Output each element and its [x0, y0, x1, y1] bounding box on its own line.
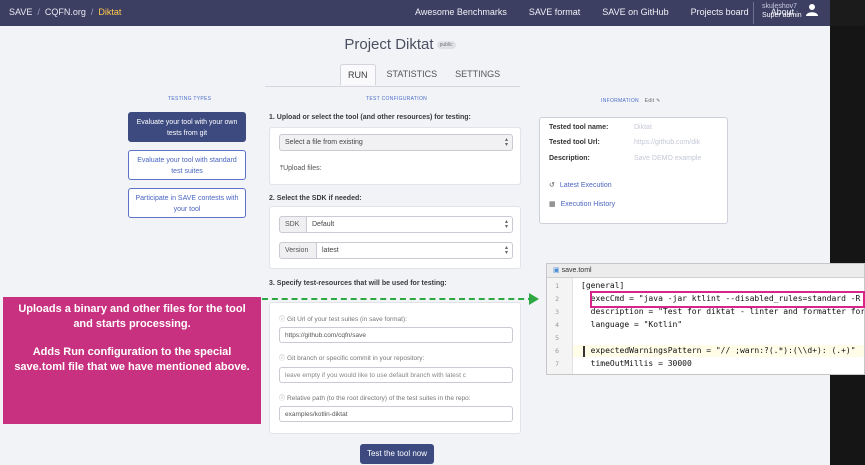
- version-select-value: latest: [322, 247, 339, 254]
- line-number: 6: [555, 347, 559, 355]
- tab-statistics[interactable]: STATISTICS: [380, 64, 445, 85]
- breadcrumb-org[interactable]: CQFN.org: [45, 7, 86, 17]
- callout-text-2: Adds Run configuration to the special sa…: [14, 346, 250, 373]
- exec-cmd-highlight: [590, 291, 865, 308]
- step1-label: 1. Upload or select the tool (and other …: [269, 114, 471, 121]
- breadcrumb-separator: /: [90, 7, 94, 17]
- code-line[interactable]: [general]: [581, 281, 624, 290]
- editor-gutter: 1 2 3 4 5 6 7: [547, 278, 573, 374]
- sdk-select[interactable]: Default ▴ ▾: [306, 216, 513, 233]
- info-icon: ⓘ: [279, 396, 286, 402]
- file-icon: ▣: [553, 267, 560, 274]
- background-strip: [830, 26, 865, 465]
- git-url-input[interactable]: https://github.com/cqfn/save: [279, 327, 513, 343]
- code-line[interactable]: expectedWarningsPattern = "// ;warn:?(.*…: [581, 346, 856, 355]
- calendar-icon: ▦: [549, 201, 556, 208]
- nav-save-format[interactable]: SAVE format: [529, 7, 580, 17]
- line-number: 2: [555, 295, 559, 303]
- info-icon: ⓘ: [279, 317, 286, 323]
- path-label: ⓘ Relative path (to the root directory) o…: [279, 395, 471, 402]
- tab-run[interactable]: RUN: [340, 64, 376, 85]
- line-number: 1: [555, 282, 559, 290]
- tab-settings[interactable]: SETTINGS: [448, 64, 507, 85]
- file-select[interactable]: Select a file from existing ▴ ▾: [279, 134, 513, 151]
- code-line[interactable]: description = "Test for diktat - linter …: [581, 307, 864, 316]
- line-number: 7: [555, 360, 559, 368]
- line-number: 3: [555, 308, 559, 316]
- execution-history-link[interactable]: ▦ Execution History: [549, 200, 615, 208]
- history-icon: ↺: [549, 182, 555, 189]
- line-number: 5: [555, 334, 559, 342]
- sdk-prepend: SDK: [279, 216, 307, 233]
- sdk-select-value: Default: [312, 221, 335, 228]
- text-caret: [583, 346, 585, 357]
- test-config-heading: TEST CONFIGURATION: [366, 96, 428, 102]
- info-row-description: Description: Save DEMO example: [549, 155, 702, 162]
- testing-type-contests[interactable]: Participate in SAVE contests with your t…: [128, 188, 246, 218]
- test-resources-card: ⓘ Git Url of your test suites (in save fo…: [269, 302, 521, 434]
- upload-files[interactable]: ⤒Upload files:: [280, 165, 322, 173]
- testing-types-heading: TESTING TYPES: [168, 96, 212, 102]
- select-arrows-icon: ▴ ▾: [504, 219, 508, 230]
- latest-execution-link[interactable]: ↺ Latest Execution: [549, 181, 612, 189]
- breadcrumb-separator: /: [37, 7, 40, 17]
- testing-type-own-tests[interactable]: Evaluate your tool with your own tests f…: [128, 112, 246, 142]
- branch-label: ⓘ Git branch or specific commit in your r…: [279, 355, 425, 362]
- user-name: skuleshov7: [762, 3, 798, 10]
- upload-label: Upload files:: [283, 165, 322, 172]
- line-number: 4: [555, 321, 559, 329]
- git-url-label: ⓘ Git Url of your test suites (in save fo…: [279, 316, 407, 323]
- breadcrumb-save[interactable]: SAVE: [9, 7, 32, 17]
- path-input[interactable]: examples/kotlin-diktat: [279, 406, 513, 422]
- project-title: Project Diktat: [344, 36, 434, 53]
- testing-type-standard-suites[interactable]: Evaluate your tool with standard test su…: [128, 150, 246, 180]
- code-editor: ▣ save.toml 1 2 3 4 5 6 7 [general] execC…: [546, 263, 865, 375]
- project-tabs: RUN STATISTICS SETTINGS: [340, 64, 511, 85]
- editor-tab[interactable]: ▣ save.toml: [547, 264, 864, 278]
- information-heading: INFORMATION Edit ✎: [601, 98, 661, 104]
- step2-label: 2. Select the SDK if needed:: [269, 195, 362, 202]
- version-select[interactable]: latest ▴ ▾: [316, 242, 513, 259]
- information-card: Tested tool name: Diktat Tested tool Url:…: [539, 117, 728, 224]
- user-icon[interactable]: [806, 3, 818, 17]
- breadcrumb-project[interactable]: Diktat: [98, 7, 121, 17]
- user-menu[interactable]: skuleshov7 Super admin: [753, 2, 802, 24]
- code-line[interactable]: timeOutMillis = 30000: [581, 359, 692, 368]
- page-title: Project Diktat public: [0, 36, 800, 53]
- edit-icon: ✎: [656, 98, 661, 104]
- nav-save-github[interactable]: SAVE on GitHub: [602, 7, 668, 17]
- annotation-arrow: [262, 298, 534, 300]
- code-line[interactable]: language = "Kotlin": [581, 320, 683, 329]
- branch-input[interactable]: leave empty if you would like to use def…: [279, 367, 513, 383]
- visibility-badge: public: [436, 41, 456, 50]
- info-row-name: Tested tool name: Diktat: [549, 124, 652, 131]
- step3-label: 3. Specify test-resources that will be u…: [269, 280, 447, 287]
- test-tool-button[interactable]: Test the tool now: [360, 444, 434, 464]
- nav-projects-board[interactable]: Projects board: [691, 7, 749, 17]
- edit-link[interactable]: Edit ✎: [645, 98, 661, 104]
- tab-divider: [265, 86, 520, 87]
- breadcrumb: SAVE / CQFN.org / Diktat: [9, 7, 121, 17]
- version-prepend: Version: [279, 242, 317, 259]
- callout-text-1: Uploads a binary and other files for the…: [18, 303, 246, 330]
- select-arrows-icon: ▴ ▾: [504, 137, 508, 148]
- info-row-url: Tested tool Url: https://github.com/dik: [549, 139, 701, 146]
- info-icon: ⓘ: [279, 356, 286, 362]
- top-navbar: SAVE / CQFN.org / Diktat Awesome Benchma…: [0, 0, 830, 26]
- annotation-callout: Uploads a binary and other files for the…: [3, 297, 261, 424]
- nav-awesome-benchmarks[interactable]: Awesome Benchmarks: [415, 7, 507, 17]
- sdk-card: SDK Default ▴ ▾ Version latest ▴ ▾: [269, 206, 521, 269]
- select-arrows-icon: ▴ ▾: [504, 245, 508, 256]
- file-select-value: Select a file from existing: [285, 139, 363, 146]
- tool-upload-card: Select a file from existing ▴ ▾ ⤒Upload f…: [269, 127, 521, 185]
- user-role: Super admin: [762, 12, 802, 19]
- annotation-arrow-head: [529, 293, 539, 305]
